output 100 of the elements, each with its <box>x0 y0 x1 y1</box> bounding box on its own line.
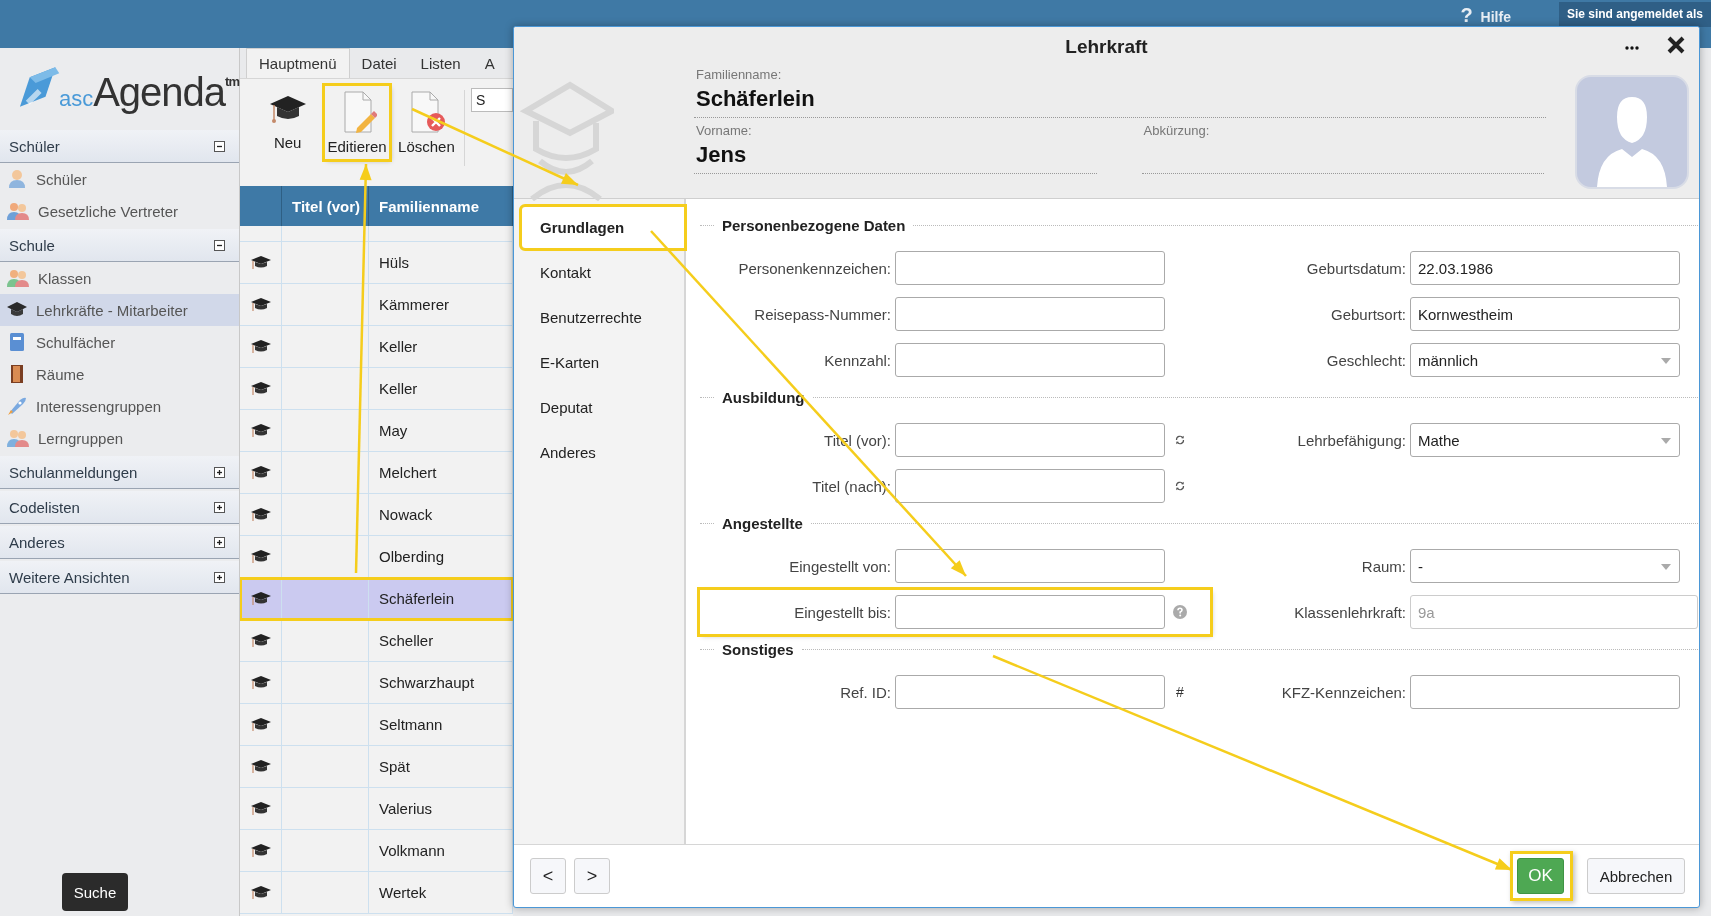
refresh-icon[interactable] <box>1174 480 1186 492</box>
cancel-button[interactable]: Abbrechen <box>1587 858 1685 894</box>
table-row[interactable]: Wertek <box>240 872 513 914</box>
table-cell: Wertek <box>379 884 427 901</box>
table-row[interactable]: Keller <box>240 368 513 410</box>
table-cell: Kämmerer <box>379 296 449 313</box>
field-value[interactable]: Schäferlein <box>696 86 1544 112</box>
help-icon[interactable]: ? <box>1460 4 1473 27</box>
help-link[interactable]: Hilfe <box>1480 9 1511 25</box>
sidebar-section-header[interactable]: Codelisten <box>0 491 239 524</box>
sidebar-section-header[interactable]: Schüler <box>0 130 239 163</box>
input-field[interactable] <box>895 469 1165 503</box>
field-label: Geburtsort: <box>1329 305 1407 323</box>
sidebar-section-header[interactable]: Anderes <box>0 526 239 559</box>
more-icon[interactable] <box>1625 46 1639 50</box>
search-button[interactable]: Suche <box>62 873 128 911</box>
table-row[interactable]: Nowack <box>240 494 513 536</box>
sidebar-item[interactable]: Räume <box>0 358 239 390</box>
collapse-icon[interactable] <box>214 239 225 251</box>
suffix-label: # <box>1176 684 1184 700</box>
input-field[interactable] <box>895 423 1165 457</box>
input-field[interactable] <box>895 549 1165 583</box>
dropdown[interactable]: Mathe <box>1410 423 1680 457</box>
close-icon[interactable] <box>1667 36 1685 54</box>
sidebar-item[interactable]: Gesetzliche Vertreter <box>0 195 239 227</box>
sidebar-section-header[interactable]: Schule <box>0 229 239 262</box>
expand-icon[interactable] <box>214 501 225 513</box>
nav-tab[interactable]: Kontakt <box>522 252 684 293</box>
sidebar-item[interactable]: Schüler <box>0 163 239 195</box>
table-row[interactable]: Hüls <box>240 242 513 284</box>
nav-tab[interactable]: Deputat <box>522 387 684 428</box>
expand-icon[interactable] <box>214 466 225 478</box>
table-row[interactable]: Scheller <box>240 620 513 662</box>
sidebar-item[interactable]: Interessengruppen <box>0 390 239 422</box>
input-field[interactable] <box>895 675 1165 709</box>
sidebar-item[interactable]: Klassen <box>0 262 239 294</box>
input-field[interactable] <box>895 297 1165 331</box>
table-cell: Scheller <box>379 632 434 649</box>
graduation-cap-icon <box>249 421 272 440</box>
table-row[interactable]: Schwarzhaupt <box>240 662 513 704</box>
toolbar-button[interactable]: Neu <box>256 86 320 155</box>
expand-icon[interactable] <box>214 536 225 548</box>
field-label: Klassenlehrkraft: <box>1293 603 1407 621</box>
input-field[interactable] <box>895 343 1165 377</box>
graduation-cap-icon <box>249 253 272 272</box>
menu-tab[interactable]: Listen <box>408 49 473 78</box>
table-row[interactable]: Seltmann <box>240 704 513 746</box>
input-field[interactable] <box>895 595 1165 629</box>
toolbar-button[interactable]: Löschen <box>394 86 459 159</box>
sidebar-item[interactable]: Lerngruppen <box>0 422 239 454</box>
table-row[interactable]: May <box>240 410 513 452</box>
help-icon[interactable] <box>1173 605 1187 619</box>
table-cell: Volkmann <box>379 842 445 859</box>
previous-button[interactable]: < <box>530 858 566 894</box>
nav-tab[interactable]: E-Karten <box>522 342 684 383</box>
collapse-icon[interactable] <box>214 140 225 152</box>
table-cell: Keller <box>379 338 418 355</box>
table-cell: Schäferlein <box>379 590 455 607</box>
dropdown[interactable]: männlich <box>1410 343 1680 377</box>
table-row[interactable]: Spät <box>240 746 513 788</box>
sidebar-section-header[interactable]: Weitere Ansichten <box>0 561 239 594</box>
refresh-icon[interactable] <box>1174 434 1186 446</box>
menu-tab[interactable]: A <box>472 49 507 78</box>
table-row[interactable]: Keller <box>240 326 513 368</box>
field-value[interactable]: Jens <box>696 142 1095 168</box>
table-row[interactable]: Melchert <box>240 452 513 494</box>
graduation-cap-icon <box>249 799 272 818</box>
input-field[interactable] <box>1410 675 1680 709</box>
table-cell: Nowack <box>379 506 433 523</box>
input-field[interactable]: Kornwestheim <box>1410 297 1680 331</box>
input-field[interactable]: 22.03.1986 <box>1410 251 1680 285</box>
graduation-cap-icon <box>249 547 272 566</box>
nav-tab[interactable]: Benutzerrechte <box>522 297 684 338</box>
field-label: Abkürzung: <box>1143 123 1211 138</box>
table-row[interactable]: Valerius <box>240 788 513 830</box>
nav-tab[interactable]: Anderes <box>522 432 684 473</box>
expand-icon[interactable] <box>214 571 225 583</box>
table-cell: Seltmann <box>379 716 443 733</box>
nav-tab[interactable]: Grundlagen <box>522 207 684 248</box>
table-row[interactable]: Schäferlein <box>240 578 513 620</box>
graduation-cap-icon <box>249 757 272 776</box>
table-row[interactable]: Volkmann <box>240 830 513 872</box>
caret-icon <box>1661 564 1671 570</box>
menu-tab[interactable]: Datei <box>349 49 409 78</box>
sidebar-item[interactable]: Schulfächer <box>0 326 239 358</box>
search-field[interactable]: S <box>471 88 513 112</box>
login-status[interactable]: Sie sind angemeldet als <box>1558 2 1711 27</box>
toolbar-button[interactable]: Editieren <box>325 86 389 159</box>
graduation-cap-icon <box>249 505 272 524</box>
table-cell: Keller <box>379 380 418 397</box>
table-row[interactable]: Kämmerer <box>240 284 513 326</box>
table-cell: May <box>379 422 408 439</box>
dropdown[interactable]: - <box>1410 549 1680 583</box>
sidebar-section-header[interactable]: Schulanmeldungen <box>0 456 239 489</box>
next-button[interactable]: > <box>574 858 610 894</box>
avatar[interactable] <box>1575 75 1689 189</box>
column-header[interactable]: Titel (vor) <box>282 186 369 226</box>
sidebar-item[interactable]: Lehrkräfte - Mitarbeiter <box>0 294 239 326</box>
input-field[interactable] <box>895 251 1165 285</box>
menu-tab[interactable]: Hauptmenü <box>246 48 350 78</box>
